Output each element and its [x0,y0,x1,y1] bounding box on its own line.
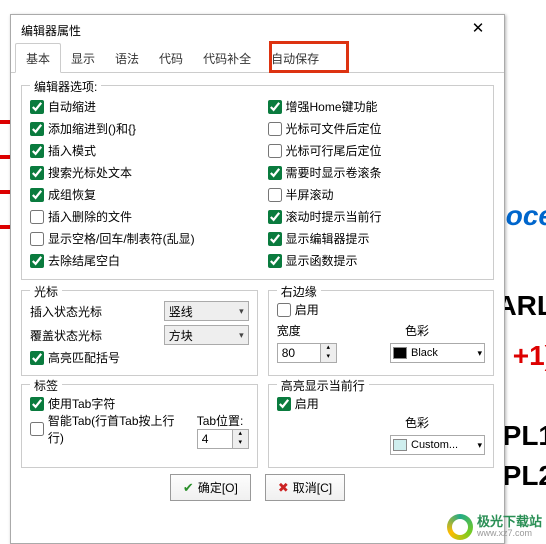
tab-autosave[interactable]: 自动保存 [261,44,329,72]
width-spinner[interactable]: 80 ▴▾ [277,343,337,363]
group-title: 高亮显示当前行 [277,377,369,394]
cancel-button[interactable]: ✖ 取消[C] [265,474,345,501]
highlight-line-color-select[interactable]: Custom... ▾ [390,435,485,455]
right-margin-enable-checkbox[interactable]: 启用 [277,301,485,318]
tab-syntax[interactable]: 语法 [105,44,149,72]
bg-text: PL2 [503,460,546,492]
chevron-down-icon: ▾ [477,348,482,359]
insert-cursor-select[interactable]: 竖线▾ [164,301,249,321]
option-label: 光标可文件后定位 [286,120,382,137]
chevron-down-icon: ▾ [239,306,244,317]
cross-icon: ✖ [278,480,289,496]
group-highlight-line: 高亮显示当前行 启用 色彩 Custom... ▾ [268,384,494,468]
option-checkbox[interactable]: 显示函数提示 [268,252,486,269]
color-label: 色彩 [405,414,429,431]
spinner-up-icon[interactable]: ▴ [233,430,248,439]
watermark-logo-icon [447,514,473,540]
option-checkbox[interactable]: 光标可行尾后定位 [268,142,486,159]
option-checkbox[interactable]: 成组恢复 [30,186,248,203]
option-label: 显示函数提示 [286,252,358,269]
option-label: 插入模式 [48,142,96,159]
option-checkbox[interactable]: 滚动时提示当前行 [268,208,486,225]
bg-text: PL1 [503,420,546,452]
group-title: 右边缘 [277,283,321,300]
group-title: 编辑器选项: [30,78,101,95]
bg-text: oce [506,200,546,232]
option-label: 半屏滚动 [286,186,334,203]
group-cursor: 光标 插入状态光标 竖线▾ 覆盖状态光标 方块▾ 高亮匹配括号 [21,290,258,376]
option-label: 搜索光标处文本 [48,164,132,181]
group-title: 光标 [30,283,62,300]
width-label: 宽度 [277,322,301,339]
option-label: 光标可行尾后定位 [286,142,382,159]
tab-bar: 基本 显示 语法 代码 代码补全 自动保存 [11,45,504,73]
option-checkbox[interactable]: 自动缩进 [30,98,248,115]
group-tabs: 标签 使用Tab字符 智能Tab(行首Tab按上行行) Tab位置: 4 ▴▾ [21,384,258,468]
use-tab-checkbox[interactable]: 使用Tab字符 [30,395,249,412]
editor-properties-dialog: 编辑器属性 ✕ 基本 显示 语法 代码 代码补全 自动保存 编辑器选项: 自动缩… [10,14,505,544]
option-label: 显示空格/回车/制表符(乱显) [48,230,195,247]
tab-pos-label: Tab位置: [197,412,249,429]
color-swatch-icon [393,347,407,359]
watermark-name: 极光下载站 [477,515,542,529]
watermark: 极光下载站 www.xz7.com [447,514,542,540]
color-swatch-icon [393,439,407,451]
option-checkbox[interactable]: 增强Home键功能 [268,98,486,115]
option-label: 添加缩进到()和{} [48,120,136,137]
option-checkbox[interactable]: 半屏滚动 [268,186,486,203]
option-checkbox[interactable]: 添加缩进到()和{} [30,120,248,137]
option-label: 去除结尾空白 [48,252,120,269]
chevron-down-icon: ▾ [239,330,244,341]
option-checkbox[interactable]: 显示空格/回车/制表符(乱显) [30,230,248,247]
option-label: 显示编辑器提示 [286,230,370,247]
group-editor-options: 编辑器选项: 自动缩进添加缩进到()和{}插入模式搜索光标处文本成组恢复插入删除… [21,85,494,280]
titlebar: 编辑器属性 ✕ [11,15,504,45]
chevron-down-icon: ▾ [477,440,482,451]
option-checkbox[interactable]: 光标可文件后定位 [268,120,486,137]
option-label: 增强Home键功能 [286,98,378,115]
dialog-title: 编辑器属性 [21,22,458,39]
option-label: 滚动时提示当前行 [286,208,382,225]
smart-tab-checkbox[interactable]: 智能Tab(行首Tab按上行行) [30,412,189,446]
color-label: 色彩 [405,322,429,339]
option-checkbox[interactable]: 显示编辑器提示 [268,230,486,247]
watermark-url: www.xz7.com [477,529,542,539]
tab-display[interactable]: 显示 [61,44,105,72]
spinner-down-icon[interactable]: ▾ [233,439,248,448]
group-right-margin: 右边缘 启用 宽度 色彩 80 ▴▾ [268,290,494,376]
option-label: 插入删除的文件 [48,208,132,225]
option-checkbox[interactable]: 去除结尾空白 [30,252,248,269]
highlight-match-checkbox[interactable]: 高亮匹配括号 [30,349,249,366]
highlight-line-enable-checkbox[interactable]: 启用 [277,395,485,412]
tab-basic[interactable]: 基本 [15,43,61,73]
right-margin-color-select[interactable]: Black ▾ [390,343,485,363]
bg-text: +1) [513,340,546,372]
option-checkbox[interactable]: 插入模式 [30,142,248,159]
option-checkbox[interactable]: 搜索光标处文本 [30,164,248,181]
insert-cursor-label: 插入状态光标 [30,303,158,320]
spinner-down-icon[interactable]: ▾ [321,353,336,362]
overwrite-cursor-select[interactable]: 方块▾ [164,325,249,345]
tab-pos-spinner[interactable]: 4 ▴▾ [197,429,249,449]
option-label: 成组恢复 [48,186,96,203]
tab-code[interactable]: 代码 [149,44,193,72]
ok-button[interactable]: ✔ 确定[O] [170,474,251,501]
option-label: 需要时显示卷滚条 [286,164,382,181]
tab-code-completion[interactable]: 代码补全 [193,44,261,72]
close-icon[interactable]: ✕ [458,17,498,43]
option-checkbox[interactable]: 插入删除的文件 [30,208,248,225]
group-title: 标签 [30,377,62,394]
option-checkbox[interactable]: 需要时显示卷滚条 [268,164,486,181]
option-label: 自动缩进 [48,98,96,115]
check-icon: ✔ [183,480,194,496]
overwrite-cursor-label: 覆盖状态光标 [30,327,158,344]
spinner-up-icon[interactable]: ▴ [321,344,336,353]
